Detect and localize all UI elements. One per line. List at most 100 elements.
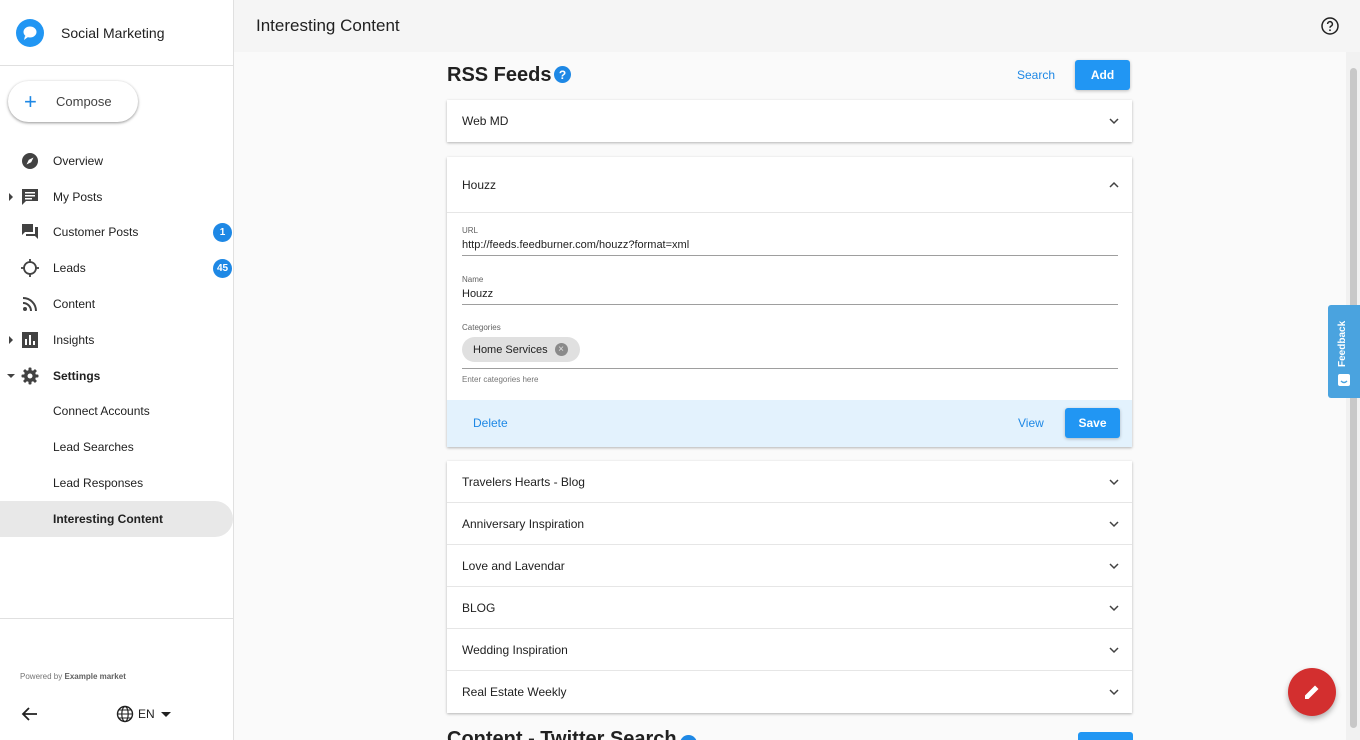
sidebar-item-settings[interactable]: Settings xyxy=(0,358,234,394)
chevron-down-icon xyxy=(1109,478,1119,485)
page-title: Interesting Content xyxy=(256,16,400,35)
sidebar-item-connect-accounts[interactable]: Connect Accounts xyxy=(0,394,234,430)
bar-chart-icon xyxy=(22,331,38,348)
rss-icon xyxy=(22,297,37,312)
delete-button[interactable]: Delete xyxy=(473,416,508,430)
sidebar-item-label: My Posts xyxy=(53,189,103,204)
feed-name: BLOG xyxy=(462,600,496,615)
sidebar-item-insights[interactable]: Insights xyxy=(0,322,234,358)
sidebar-item-label: Interesting Content xyxy=(53,511,163,526)
feed-name: Anniversary Inspiration xyxy=(462,516,585,531)
sidebar: Social Marketing + Compose Overview My P… xyxy=(0,0,234,740)
sidebar-item-my-posts[interactable]: My Posts xyxy=(0,179,234,215)
rss-section-header: RSS Feeds ? Search Add xyxy=(447,60,1132,90)
view-button[interactable]: View xyxy=(1018,416,1044,430)
feed-name: Travelers Hearts - Blog xyxy=(462,474,585,489)
section-title: RSS Feeds xyxy=(447,64,552,86)
url-field: URL xyxy=(462,226,1118,256)
feed-action-bar: Delete View Save xyxy=(447,400,1132,447)
sidebar-item-interesting-content[interactable]: Interesting Content xyxy=(0,500,233,537)
sidebar-item-label: Content xyxy=(53,297,96,312)
url-input[interactable] xyxy=(462,236,1118,256)
caret-down-icon xyxy=(160,711,171,717)
smiley-chat-icon xyxy=(1338,374,1350,386)
forum-icon xyxy=(22,224,38,240)
brand: Social Marketing xyxy=(0,0,233,66)
feed-row[interactable]: Travelers Hearts - Blog xyxy=(447,461,1132,503)
pencil-icon xyxy=(1305,685,1319,699)
chevron-down-icon xyxy=(1109,118,1119,125)
feed-name: Web MD xyxy=(462,114,509,128)
name-label: Name xyxy=(462,275,484,284)
gear-icon xyxy=(21,367,39,385)
chip-remove-icon[interactable]: × xyxy=(554,343,568,356)
categories-input[interactable] xyxy=(462,368,1118,369)
caret-down-icon xyxy=(7,373,15,378)
feed-row[interactable]: Web MD xyxy=(447,100,1132,142)
sidebar-item-label: Customer Posts xyxy=(53,225,139,240)
plus-icon: + xyxy=(24,88,37,114)
categories-hint: Enter categories here xyxy=(462,375,539,384)
top-bar: Interesting Content xyxy=(234,0,1360,52)
sidebar-item-label: Lead Responses xyxy=(53,476,144,491)
sidebar-item-customer-posts[interactable]: Customer Posts 1 xyxy=(0,215,234,251)
add-button[interactable] xyxy=(1078,732,1133,740)
help-icon[interactable]: ? xyxy=(554,66,571,83)
feed-row[interactable]: BLOG xyxy=(447,587,1132,629)
globe-icon xyxy=(116,705,134,723)
sidebar-item-label: Connect Accounts xyxy=(53,404,150,419)
help-circle-icon[interactable] xyxy=(1321,17,1339,35)
sidebar-item-content[interactable]: Content xyxy=(0,286,234,322)
chat-bubble-logo-icon xyxy=(16,18,44,47)
feed-row[interactable]: Wedding Inspiration xyxy=(447,629,1132,671)
sidebar-item-lead-searches[interactable]: Lead Searches xyxy=(0,429,234,465)
edit-fab-button[interactable] xyxy=(1288,668,1336,716)
chevron-down-icon xyxy=(1109,604,1119,611)
feed-card-expanded: Houzz URL Name Categories Home Services … xyxy=(447,157,1132,447)
powered-by: Powered by Example market xyxy=(20,672,126,681)
next-section-title: Content - Twitter Search xyxy=(447,728,677,740)
search-link[interactable]: Search xyxy=(1017,68,1055,82)
add-button[interactable]: Add xyxy=(1075,60,1130,90)
sidebar-item-label: Insights xyxy=(53,332,95,347)
arrow-left-icon[interactable] xyxy=(20,704,40,724)
scrollbar-thumb[interactable] xyxy=(1350,68,1357,728)
compose-button[interactable]: + Compose xyxy=(8,81,138,122)
feed-name: Houzz xyxy=(462,177,497,192)
sidebar-item-overview[interactable]: Overview xyxy=(0,143,234,179)
sidebar-item-leads[interactable]: Leads 45 xyxy=(0,250,234,286)
caret-right-icon xyxy=(9,335,13,344)
feed-name: Wedding Inspiration xyxy=(462,642,568,657)
url-label: URL xyxy=(462,226,479,235)
feedback-tab[interactable]: Feedback xyxy=(1328,305,1360,398)
chevron-down-icon xyxy=(1109,689,1119,696)
chevron-down-icon xyxy=(1109,562,1119,569)
categories-label: Categories xyxy=(462,323,501,332)
sidebar-item-label: Overview xyxy=(53,153,104,168)
feed-row[interactable]: Real Estate Weekly xyxy=(447,671,1132,713)
category-chip: Home Services × xyxy=(462,337,580,362)
feed-row[interactable]: Love and Lavendar xyxy=(447,545,1132,587)
feed-card-list: Travelers Hearts - Blog Anniversary Insp… xyxy=(447,461,1132,713)
feed-name: Real Estate Weekly xyxy=(462,685,567,699)
sidebar-item-label: Leads xyxy=(53,261,86,276)
sidebar-item-lead-responses[interactable]: Lead Responses xyxy=(0,465,234,501)
chevron-up-icon xyxy=(1109,181,1119,188)
feedback-label: Feedback xyxy=(1337,320,1348,367)
caret-right-icon xyxy=(9,192,13,201)
crosshair-icon xyxy=(21,259,39,278)
language-code: EN xyxy=(138,707,155,721)
name-field: Name xyxy=(462,275,1118,305)
feed-row[interactable]: Anniversary Inspiration xyxy=(447,503,1132,545)
message-icon xyxy=(22,188,38,205)
compass-icon xyxy=(22,152,38,169)
customer-posts-badge: 1 xyxy=(213,223,232,243)
feed-expanded-header[interactable]: Houzz xyxy=(447,157,1132,213)
save-button[interactable]: Save xyxy=(1065,408,1120,438)
compose-label: Compose xyxy=(56,94,112,109)
categories-field: Categories Home Services × Enter categor… xyxy=(462,323,1118,387)
name-input[interactable] xyxy=(462,285,1118,305)
feed-card-top: Web MD xyxy=(447,100,1132,142)
language-selector[interactable]: EN xyxy=(116,704,171,724)
powered-prefix: Powered by xyxy=(20,672,63,681)
